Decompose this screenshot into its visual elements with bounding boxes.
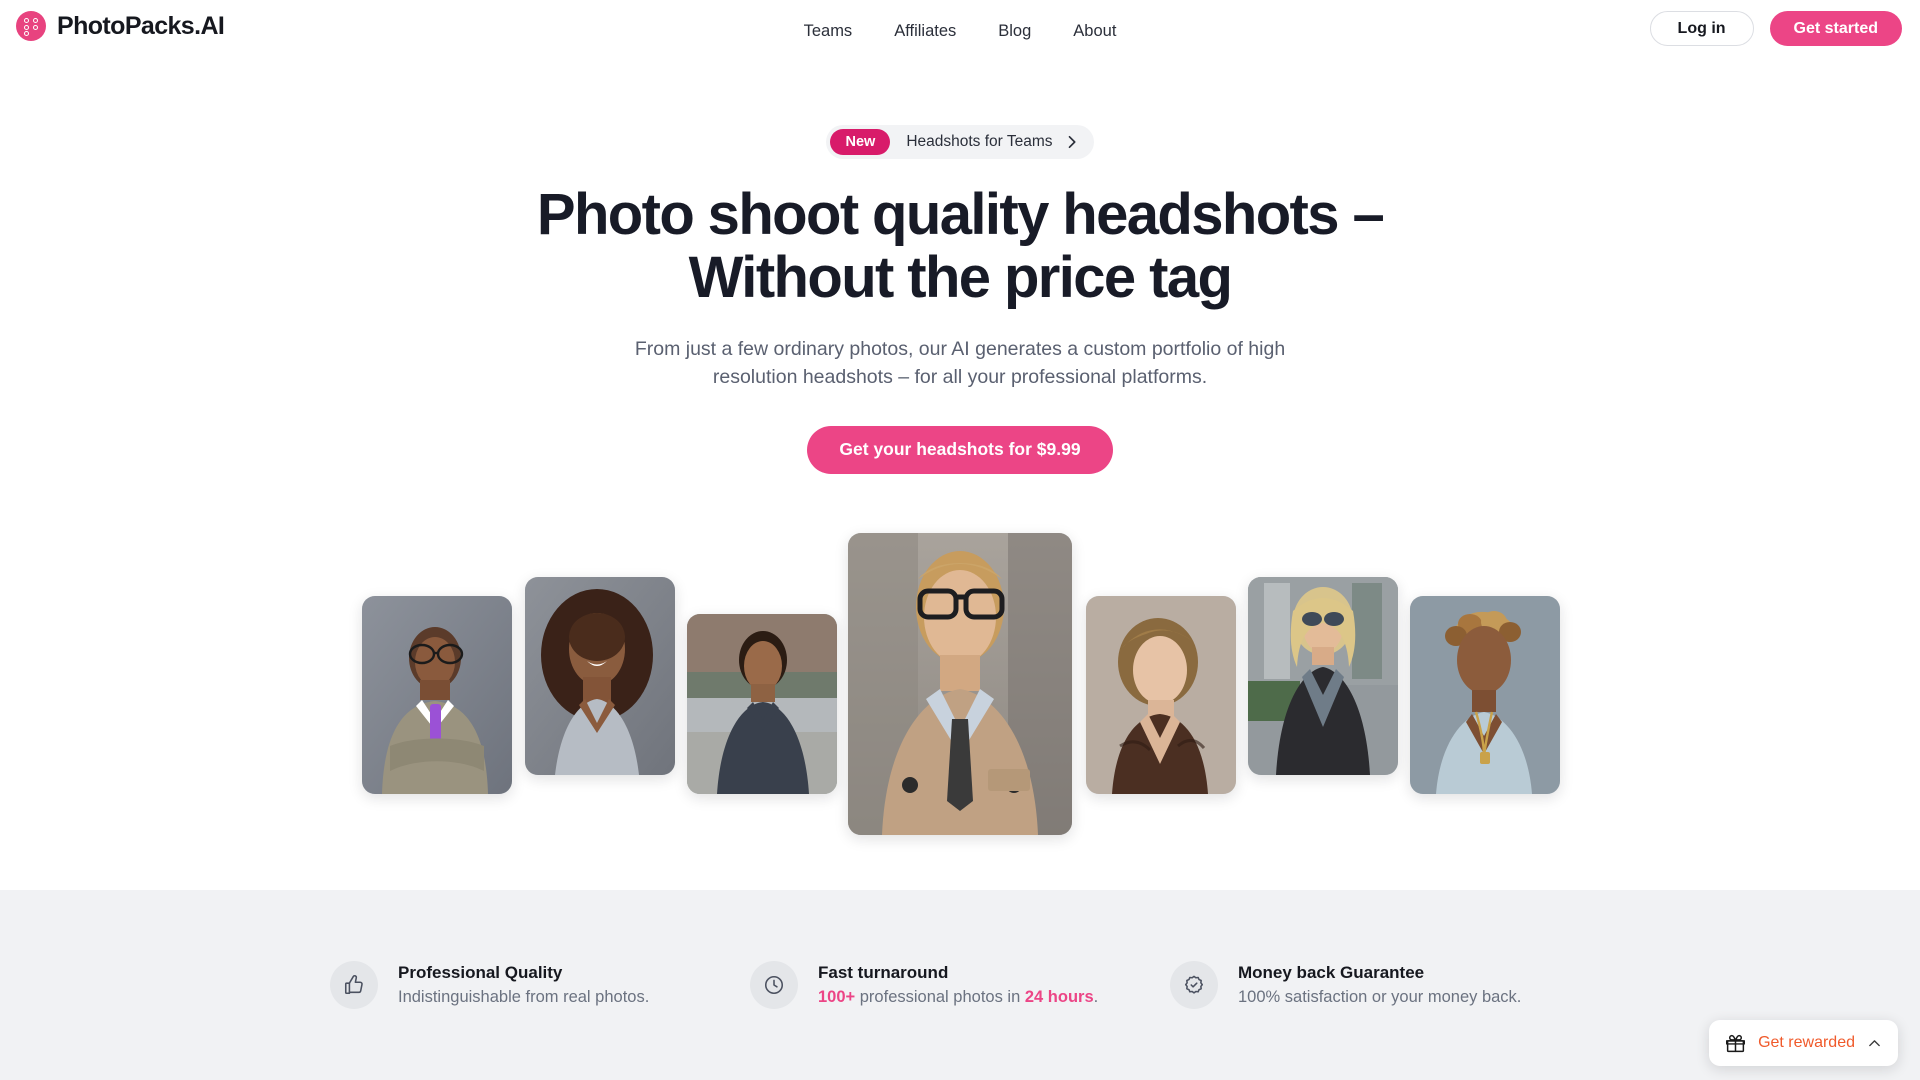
login-button[interactable]: Log in: [1649, 11, 1754, 46]
gallery-photo-7[interactable]: [1410, 596, 1560, 794]
gallery-photo-3[interactable]: [687, 614, 837, 794]
get-started-button[interactable]: Get started: [1769, 11, 1902, 46]
feature-title: Money back Guarantee: [1238, 963, 1425, 982]
gift-icon: [1726, 1034, 1746, 1052]
hero-section: New Headshots for Teams Photo shoot qual…: [0, 62, 1920, 474]
chevron-right-icon: [1068, 136, 1076, 149]
feature-desc: Indistinguishable from real photos.: [398, 988, 649, 1007]
feature-fast-turnaround: Fast turnaround 100+ professional photos…: [750, 961, 1170, 1009]
site-header: PhotoPacks.AI Teams Affiliates Blog Abou…: [0, 0, 1920, 62]
feature-title: Professional Quality: [398, 963, 563, 982]
headline-line-1: Photo shoot quality headshots –: [536, 182, 1385, 248]
feature-desc-post: .: [1093, 988, 1099, 1006]
feature-text: Professional Quality Indistinguishable f…: [398, 963, 649, 1007]
gallery-photo-2[interactable]: [525, 577, 675, 775]
feature-highlight-count: 100+: [818, 988, 856, 1006]
feature-text: Money back Guarantee 100% satisfaction o…: [1238, 963, 1521, 1007]
clock-icon: [750, 961, 798, 1009]
feature-professional-quality: Professional Quality Indistinguishable f…: [330, 961, 750, 1009]
feature-money-back-guarantee: Money back Guarantee 100% satisfaction o…: [1170, 961, 1590, 1009]
main-nav: Teams Affiliates Blog About: [804, 0, 1117, 62]
feature-desc: 100% satisfaction or your money back.: [1238, 988, 1521, 1007]
nav-item-blog[interactable]: Blog: [998, 22, 1031, 41]
teams-announcement-badge[interactable]: New Headshots for Teams: [826, 125, 1094, 160]
dots-circle-logo-icon: [16, 11, 46, 41]
headshot-gallery: [0, 524, 1920, 844]
hero-cta-wrapper: Get your headshots for $9.99: [0, 425, 1920, 474]
feature-bar: Professional Quality Indistinguishable f…: [0, 890, 1920, 1080]
feature-text: Fast turnaround 100+ professional photos…: [818, 963, 1098, 1007]
get-headshots-cta-button[interactable]: Get your headshots for $9.99: [807, 425, 1113, 474]
badge-check-icon: [1170, 961, 1218, 1009]
badge-new-tag: New: [830, 129, 891, 156]
hero-subtitle: From just a few ordinary photos, our AI …: [0, 335, 1920, 391]
gallery-photo-5[interactable]: [1086, 596, 1236, 794]
subtitle-line-2: resolution headshots – for all your prof…: [712, 365, 1208, 388]
feature-title: Fast turnaround: [818, 963, 949, 982]
nav-item-affiliates[interactable]: Affiliates: [894, 22, 956, 41]
brand-logo[interactable]: PhotoPacks.AI: [16, 11, 225, 41]
chevron-up-icon[interactable]: [1867, 1036, 1882, 1051]
gallery-photo-4[interactable]: [848, 533, 1072, 835]
badge-label: Headshots for Teams: [906, 133, 1053, 151]
brand-name: PhotoPacks.AI: [57, 11, 225, 40]
subtitle-line-1: From just a few ordinary photos, our AI …: [634, 337, 1286, 360]
header-actions: Log in Get started: [1649, 11, 1902, 46]
feature-desc: 100+ professional photos in 24 hours.: [818, 988, 1098, 1007]
gallery-photo-6[interactable]: [1248, 577, 1398, 775]
headline-line-2: Without the price tag: [688, 245, 1233, 311]
feature-desc-mid: professional photos in: [855, 988, 1025, 1006]
gallery-photo-1[interactable]: [362, 596, 512, 794]
get-rewarded-label: Get rewarded: [1758, 1034, 1855, 1051]
feature-highlight-time: 24 hours: [1024, 988, 1094, 1006]
feature-bar-inner: Professional Quality Indistinguishable f…: [330, 890, 1610, 1080]
landing-page: PhotoPacks.AI Teams Affiliates Blog Abou…: [0, 0, 1920, 1080]
feature-desc-pre: 100% satisfaction or your money back.: [1238, 988, 1522, 1006]
nav-item-about[interactable]: About: [1073, 22, 1116, 41]
page-title: Photo shoot quality headshots – Without …: [0, 182, 1920, 311]
thumbs-up-icon: [330, 961, 378, 1009]
get-rewarded-widget[interactable]: Get rewarded: [1709, 1020, 1898, 1066]
feature-desc-pre: Indistinguishable from real photos.: [398, 988, 650, 1006]
nav-item-teams[interactable]: Teams: [804, 22, 853, 41]
